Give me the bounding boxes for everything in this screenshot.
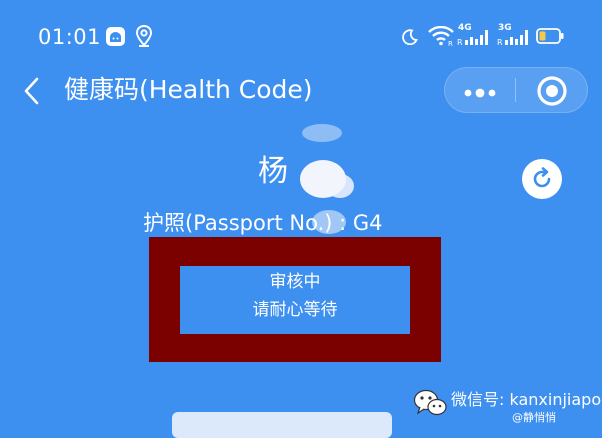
wifi-icon: R: [428, 25, 454, 50]
battery-icon: [536, 28, 564, 48]
name-blur: [302, 124, 342, 142]
app-icon: [106, 27, 125, 46]
back-arrow-icon[interactable]: [22, 77, 40, 109]
svg-text:R: R: [497, 38, 503, 46]
refresh-icon: [533, 167, 551, 188]
location-pin-icon: [135, 24, 153, 51]
signal-icon: R: [497, 24, 531, 50]
watermark-author: @静悄悄: [512, 411, 556, 424]
name-blur: [326, 174, 354, 198]
capsule-divider: [515, 78, 516, 102]
holder-name: 杨: [258, 154, 288, 189]
passport-number: 护照(Passport No.) : G4: [143, 211, 383, 235]
wechat-logo-icon: [413, 388, 447, 422]
signal-icon: R: [457, 24, 491, 50]
review-status-title: 审核中: [269, 272, 321, 292]
svg-text:R: R: [448, 40, 453, 46]
more-dots-icon[interactable]: [460, 84, 500, 103]
svg-text:R: R: [457, 38, 463, 46]
refresh-button[interactable]: [522, 159, 562, 199]
review-status-subtitle: 请耐心等待: [252, 300, 338, 320]
bottom-card-edge: [172, 412, 392, 438]
moon-icon: [402, 29, 418, 49]
page-title: 健康码(Health Code): [64, 75, 313, 104]
close-target-icon[interactable]: [534, 73, 570, 113]
watermark-account: 微信号: kanxinjiapo: [451, 390, 602, 409]
status-time: 01:01: [38, 25, 102, 49]
